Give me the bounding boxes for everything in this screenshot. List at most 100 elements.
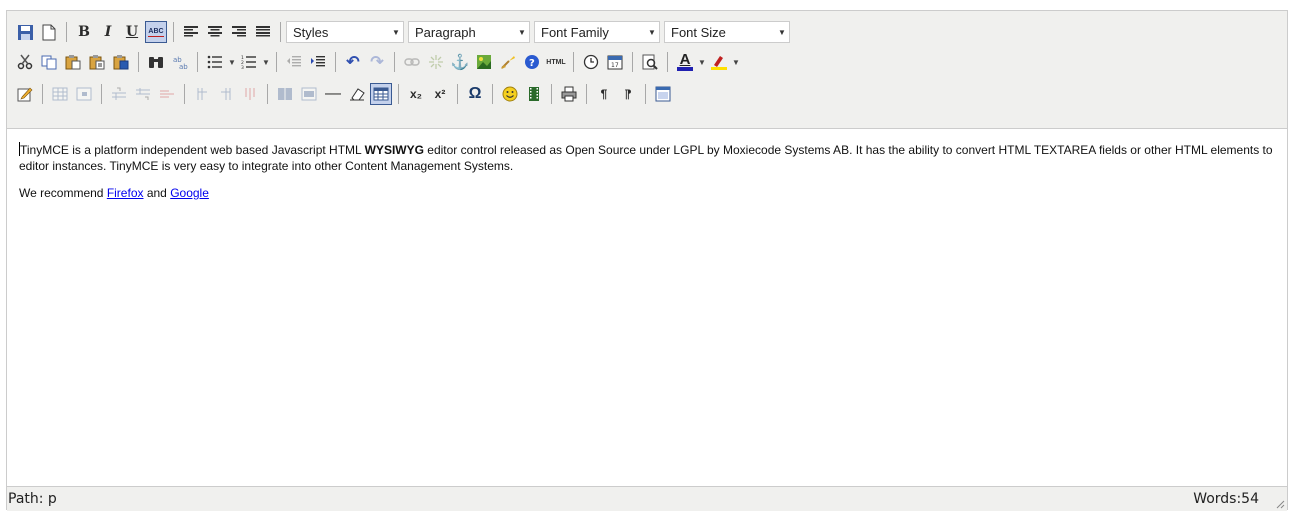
redo-button[interactable]: ↷ (366, 51, 388, 73)
save-icon (17, 24, 33, 40)
google-link[interactable]: Google (170, 186, 209, 200)
bold-text: WYSIWYG (364, 143, 424, 157)
align-left-icon (184, 26, 198, 37)
text-color-icon: A (679, 51, 691, 68)
new-document-button[interactable] (38, 21, 60, 43)
separator (280, 22, 281, 42)
underline-button[interactable]: U (121, 21, 143, 43)
align-right-button[interactable] (228, 21, 250, 43)
table-cell-props-button[interactable] (73, 83, 95, 105)
preview-button[interactable] (639, 51, 661, 73)
special-char-button[interactable]: Ω (464, 83, 486, 105)
align-justify-button[interactable] (252, 21, 274, 43)
align-center-button[interactable] (204, 21, 226, 43)
insert-table-button[interactable] (370, 83, 392, 105)
delete-row-icon (160, 90, 174, 98)
font-size-label: Font Size (671, 24, 726, 40)
indent-button[interactable] (307, 51, 329, 73)
insert-image-button[interactable] (473, 51, 495, 73)
anchor-button[interactable]: ⚓ (449, 51, 471, 73)
insert-media-button[interactable] (523, 83, 545, 105)
merge-cells-button[interactable] (298, 83, 320, 105)
chevron-down-icon[interactable]: ▼ (261, 58, 271, 67)
find-button[interactable] (145, 51, 167, 73)
svg-text:?: ? (529, 58, 535, 69)
table-row-icon (52, 87, 68, 101)
styles-select[interactable]: Styles ▼ (286, 21, 404, 43)
replace-button[interactable]: ab ab (169, 51, 191, 73)
toolbar: B I U ABC Styles ▼ Paragraph ▼ Font Family… (7, 11, 1287, 129)
cut-button[interactable] (14, 51, 36, 73)
fullscreen-icon (655, 86, 671, 102)
element-path[interactable]: Path: p (8, 491, 57, 507)
font-family-select[interactable]: Font Family ▼ (534, 21, 660, 43)
delete-col-button[interactable] (239, 83, 261, 105)
table-row-props-button[interactable] (49, 83, 71, 105)
remove-format-button[interactable] (346, 83, 368, 105)
separator (276, 52, 277, 72)
outdent-icon (287, 56, 301, 67)
italic-button[interactable]: I (97, 21, 119, 43)
align-center-icon (208, 26, 222, 37)
paragraph-format-label: Paragraph (415, 24, 476, 40)
align-justify-icon (256, 26, 270, 37)
svg-text:ab: ab (179, 63, 188, 70)
ltr-direction-button[interactable]: ¶ (593, 83, 615, 105)
chevron-down-icon[interactable]: ▼ (731, 58, 741, 67)
text-color-button[interactable]: A (674, 51, 696, 73)
resize-handle-icon[interactable] (1275, 499, 1285, 509)
highlight-color-button[interactable] (708, 51, 730, 73)
separator (335, 52, 336, 72)
strikethrough-icon: ABC (148, 27, 164, 37)
copy-button[interactable] (38, 51, 60, 73)
bold-button[interactable]: B (73, 21, 95, 43)
table-icon (373, 87, 389, 101)
paste-text-button[interactable] (86, 51, 108, 73)
horizontal-rule-button[interactable]: — (322, 83, 344, 105)
toolbar-row-3: — x₂ x² Ω ¶ ¶ (13, 79, 675, 109)
font-size-select[interactable]: Font Size ▼ (664, 21, 790, 43)
emotions-button[interactable] (499, 83, 521, 105)
paste-button[interactable] (62, 51, 84, 73)
insert-col-after-button[interactable] (215, 83, 237, 105)
print-button[interactable] (558, 83, 580, 105)
row-before-icon (112, 87, 126, 100)
insert-col-before-button[interactable] (191, 83, 213, 105)
delete-row-button[interactable] (156, 83, 178, 105)
strikethrough-button[interactable]: ABC (145, 21, 167, 43)
split-cells-button[interactable] (274, 83, 296, 105)
save-button[interactable] (14, 21, 36, 43)
firefox-link[interactable]: Firefox (107, 186, 144, 200)
paragraph-format-select[interactable]: Paragraph ▼ (408, 21, 530, 43)
indent-icon (311, 56, 325, 67)
cleanup-button[interactable] (497, 51, 519, 73)
fullscreen-button[interactable] (652, 83, 674, 105)
visual-aid-button[interactable] (14, 83, 36, 105)
chevron-down-icon[interactable]: ▼ (227, 58, 237, 67)
chevron-down-icon[interactable]: ▼ (697, 58, 707, 67)
subscript-button[interactable]: x₂ (405, 83, 427, 105)
undo-button[interactable]: ↶ (342, 51, 364, 73)
insert-row-before-button[interactable] (108, 83, 130, 105)
outdent-button[interactable] (283, 51, 305, 73)
insert-date-button[interactable]: 17 (604, 51, 626, 73)
help-button[interactable]: ? (521, 51, 543, 73)
align-left-button[interactable] (180, 21, 202, 43)
separator (267, 84, 268, 104)
insert-time-button[interactable] (580, 51, 602, 73)
paste-word-button[interactable] (110, 51, 132, 73)
insert-row-after-button[interactable] (132, 83, 154, 105)
editor-content-area[interactable]: TinyMCE is a platform independent web ba… (7, 129, 1287, 486)
rtl-direction-button[interactable]: ¶ (617, 83, 639, 105)
paste-icon (65, 55, 81, 70)
html-source-button[interactable]: HTML (545, 51, 567, 73)
separator (492, 84, 493, 104)
bullet-list-button[interactable] (204, 51, 226, 73)
unlink-button[interactable] (425, 51, 447, 73)
numbered-list-button[interactable]: 123 (238, 51, 260, 73)
insert-link-button[interactable] (401, 51, 423, 73)
superscript-button[interactable]: x² (429, 83, 451, 105)
new-document-icon (42, 24, 56, 40)
chevron-down-icon: ▼ (778, 27, 786, 37)
separator (394, 52, 395, 72)
